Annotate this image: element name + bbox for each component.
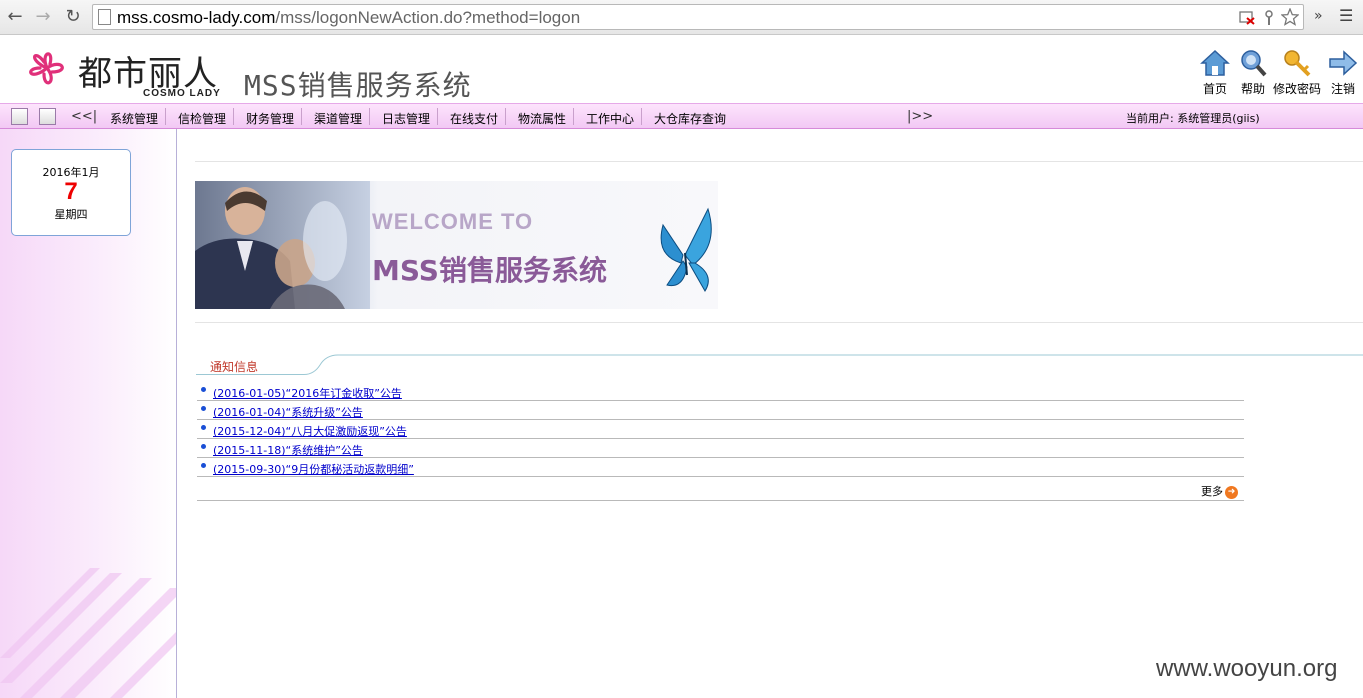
bullet-icon: [201, 463, 206, 468]
more-button[interactable]: 更多 ➜: [1201, 483, 1238, 499]
system-title: MSS销售服务系统: [244, 69, 472, 102]
menu-back-icon[interactable]: [39, 108, 56, 125]
menu-item-warehouse-stock[interactable]: 大仓库存查询: [654, 110, 726, 127]
popup-blocked-icon[interactable]: [1239, 11, 1255, 25]
notice-header: [196, 354, 1363, 375]
help-button[interactable]: 帮助: [1238, 48, 1268, 97]
page-icon: [98, 9, 111, 25]
change-password-button[interactable]: 修改密码: [1273, 48, 1321, 97]
banner-title: MSS销售服务系统: [372, 254, 607, 287]
menu-separator: [369, 108, 370, 125]
menu-item-channel[interactable]: 渠道管理: [314, 110, 362, 127]
list-item: (2015-11-18)“系统维护”公告: [197, 439, 1244, 458]
divider: [195, 322, 1363, 323]
logout-button[interactable]: 注销: [1328, 48, 1358, 97]
key-icon: [1284, 50, 1311, 77]
home-button[interactable]: 首页: [1200, 48, 1230, 97]
more-row: 更多 ➜: [197, 479, 1244, 501]
banner-photo: [195, 181, 370, 309]
home-icon: [1200, 49, 1230, 76]
forward-arrow-icon[interactable]: →: [32, 6, 54, 28]
sidebar: 2016年1月 7 星期四: [0, 129, 177, 698]
menu-separator: [573, 108, 574, 125]
notice-link[interactable]: (2016-01-04)“系统升级”公告: [213, 404, 363, 420]
date-day: 7: [64, 178, 78, 205]
notice-list: (2016-01-05)“2016年订金收取”公告 (2016-01-04)“系…: [197, 382, 1244, 477]
banner-welcome-text: WELCOME TO: [372, 209, 534, 234]
home-label: 首页: [1202, 82, 1227, 96]
menu-item-log[interactable]: 日志管理: [382, 110, 430, 127]
menu-separator: [233, 108, 234, 125]
site-header: 都市丽人 COSMO LADY MSS销售服务系统 首页 帮助 修改密码 注销: [0, 36, 1363, 103]
list-item: (2016-01-04)“系统升级”公告: [197, 401, 1244, 420]
bullet-icon: [201, 444, 206, 449]
url-text[interactable]: mss.cosmo-lady.com/mss/logonNewAction.do…: [117, 8, 580, 28]
list-item: (2015-12-04)“八月大促激励返现”公告: [197, 420, 1244, 439]
notice-link[interactable]: (2015-09-30)“9月份都秘活动返款明细”: [213, 461, 414, 477]
change-password-label: 修改密码: [1273, 82, 1322, 96]
main-menu-bar: <<| 系统管理 信检管理 财务管理 渠道管理 日志管理 在线支付 物流属性 工…: [0, 103, 1363, 129]
notice-link[interactable]: (2015-11-18)“系统维护”公告: [213, 442, 363, 458]
help-label: 帮助: [1240, 82, 1265, 96]
menu-separator: [641, 108, 642, 125]
bullet-icon: [201, 406, 206, 411]
notice-link[interactable]: (2016-01-05)“2016年订金收取”公告: [213, 385, 402, 401]
menu-scroll-right[interactable]: |>>: [907, 109, 933, 124]
divider: [195, 161, 1363, 162]
menu-separator: [505, 108, 506, 125]
bullet-icon: [201, 425, 206, 430]
cosmo-lady-flower-logo-icon: [29, 52, 64, 85]
notice-title: 通知信息: [210, 360, 259, 374]
menu-item-logistics[interactable]: 物流属性: [518, 110, 566, 127]
arrow-right-circle-icon: ➜: [1225, 485, 1238, 499]
butterfly-icon: [660, 207, 712, 292]
menu-item-inspection[interactable]: 信检管理: [178, 110, 226, 127]
extensions-overflow-icon[interactable]: »: [1314, 8, 1323, 24]
browser-toolbar: ← → ↻ mss.cosmo-lady.com/mss/logonNewAct…: [0, 0, 1363, 35]
help-icon: [1241, 50, 1267, 77]
date-weekday: 星期四: [54, 208, 88, 221]
chrome-menu-icon[interactable]: ☰: [1339, 6, 1353, 25]
star-bookmark-icon[interactable]: [1281, 8, 1299, 26]
logout-label: 注销: [1330, 82, 1355, 96]
menu-item-work-center[interactable]: 工作中心: [586, 110, 634, 127]
bullet-icon: [201, 387, 206, 392]
menu-separator: [437, 108, 438, 125]
menu-item-finance[interactable]: 财务管理: [246, 110, 294, 127]
menu-separator: [165, 108, 166, 125]
logo-text-en: COSMO LADY: [143, 88, 221, 99]
reload-icon[interactable]: ↻: [62, 6, 84, 28]
key-icon[interactable]: [1263, 10, 1275, 26]
menu-item-online-pay[interactable]: 在线支付: [450, 110, 498, 127]
current-user: 当前用户: 系统管理员(giis): [1126, 112, 1260, 125]
menu-scroll-left[interactable]: <<|: [71, 109, 97, 124]
main-content: WELCOME TO MSS销售服务系统 通知信息 (2016-01-05)“2…: [178, 129, 1363, 698]
back-arrow-icon[interactable]: ←: [4, 6, 26, 28]
watermark: www.wooyun.org: [1156, 655, 1338, 682]
welcome-banner: WELCOME TO MSS销售服务系统: [195, 181, 718, 309]
list-item: (2015-09-30)“9月份都秘活动返款明细”: [197, 458, 1244, 477]
address-bar[interactable]: mss.cosmo-lady.com/mss/logonNewAction.do…: [92, 4, 1304, 30]
date-card: 2016年1月 7 星期四: [11, 149, 131, 236]
menu-separator: [301, 108, 302, 125]
menu-home-icon[interactable]: [11, 108, 28, 125]
list-item: (2016-01-05)“2016年订金收取”公告: [197, 382, 1244, 401]
more-label: 更多: [1201, 485, 1223, 498]
logout-icon: [1329, 50, 1358, 76]
notice-link[interactable]: (2015-12-04)“八月大促激励返现”公告: [213, 423, 407, 439]
sidebar-decoration: [0, 568, 176, 698]
menu-item-system[interactable]: 系统管理: [110, 110, 158, 127]
